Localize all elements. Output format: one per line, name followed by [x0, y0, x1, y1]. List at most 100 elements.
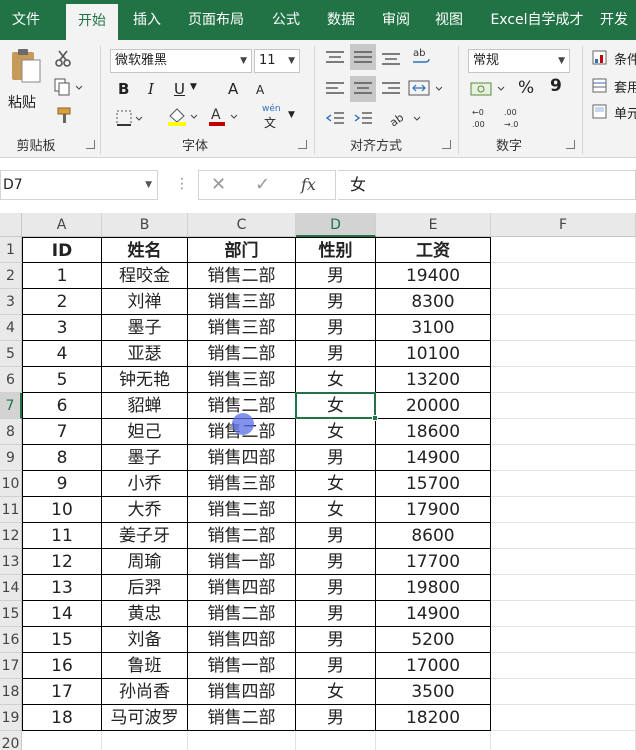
cell-f9[interactable] — [491, 445, 636, 471]
format-as-table-button[interactable]: 套用 — [592, 76, 636, 96]
paste-button[interactable]: 粘贴 — [4, 48, 46, 120]
table-header-cell[interactable]: 性别 — [296, 237, 376, 263]
cell-a9[interactable]: 8 — [22, 445, 102, 471]
cell-e10[interactable]: 15700 — [376, 471, 491, 497]
cell-a15[interactable]: 14 — [22, 601, 102, 627]
cell-c11[interactable]: 销售二部 — [188, 497, 296, 523]
cell-e9[interactable]: 14900 — [376, 445, 491, 471]
cell-a18[interactable]: 17 — [22, 679, 102, 705]
number-format-combo[interactable]: 常规 ▼ — [468, 49, 570, 73]
cell-e11[interactable]: 17900 — [376, 497, 491, 523]
row-header-20[interactable]: 20 — [0, 731, 22, 750]
fill-color-icon[interactable] — [166, 106, 200, 126]
row-header-1[interactable]: 1 — [0, 237, 22, 263]
cell-c16[interactable]: 销售四部 — [188, 627, 296, 653]
cell-a20[interactable] — [22, 731, 102, 750]
cell-f4[interactable] — [491, 315, 636, 341]
row-header-18[interactable]: 18 — [0, 679, 22, 705]
number-dialog-launcher[interactable] — [566, 140, 575, 149]
cell-c4[interactable]: 销售三部 — [188, 315, 296, 341]
cell-a17[interactable]: 16 — [22, 653, 102, 679]
cell-d17[interactable]: 男 — [296, 653, 376, 679]
cell-c17[interactable]: 销售一部 — [188, 653, 296, 679]
cell-f18[interactable] — [491, 679, 636, 705]
row-header-7[interactable]: 7 — [0, 393, 22, 419]
cut-icon[interactable] — [54, 50, 72, 68]
row-header-4[interactable]: 4 — [0, 315, 22, 341]
grow-font-button[interactable]: A — [228, 80, 238, 98]
phonetic-guide-button[interactable]: wén 文 ▼ — [262, 104, 298, 130]
cell-e8[interactable]: 18600 — [376, 419, 491, 445]
cell-f6[interactable] — [491, 367, 636, 393]
cell-d5[interactable]: 男 — [296, 341, 376, 367]
cell-f5[interactable] — [491, 341, 636, 367]
cell-b5[interactable]: 亚瑟 — [102, 341, 188, 367]
decrease-indent-icon[interactable] — [324, 110, 346, 130]
conditional-formatting-button[interactable]: 条件 — [592, 48, 636, 68]
cell-a6[interactable]: 5 — [22, 367, 102, 393]
alignment-dialog-launcher[interactable] — [442, 140, 451, 149]
tab-developer[interactable]: 开发 — [600, 0, 636, 40]
cell-e18[interactable]: 3500 — [376, 679, 491, 705]
tab-view[interactable]: 视图 — [426, 0, 472, 40]
cancel-icon[interactable]: ✕ — [211, 174, 226, 195]
align-top-icon[interactable] — [324, 48, 346, 68]
cell-c9[interactable]: 销售四部 — [188, 445, 296, 471]
cell-f11[interactable] — [491, 497, 636, 523]
cell-a3[interactable]: 2 — [22, 289, 102, 315]
cell-b15[interactable]: 黄忠 — [102, 601, 188, 627]
row-header-19[interactable]: 19 — [0, 705, 22, 731]
cell-c2[interactable]: 销售二部 — [188, 263, 296, 289]
cell-d19[interactable]: 男 — [296, 705, 376, 731]
cell-d9[interactable]: 男 — [296, 445, 376, 471]
table-header-cell[interactable]: 部门 — [188, 237, 296, 263]
row-header-10[interactable]: 10 — [0, 471, 22, 497]
cell-b13[interactable]: 周瑜 — [102, 549, 188, 575]
tab-file[interactable]: 文件 — [0, 0, 52, 40]
column-header-a[interactable]: A — [22, 213, 102, 237]
cell-c5[interactable]: 销售二部 — [188, 341, 296, 367]
cell-c13[interactable]: 销售一部 — [188, 549, 296, 575]
cell-c14[interactable]: 销售四部 — [188, 575, 296, 601]
cell-a11[interactable]: 10 — [22, 497, 102, 523]
cell-e5[interactable]: 10100 — [376, 341, 491, 367]
cell-f8[interactable] — [491, 419, 636, 445]
cell-b4[interactable]: 墨子 — [102, 315, 188, 341]
row-header-14[interactable]: 14 — [0, 575, 22, 601]
cell-d14[interactable]: 男 — [296, 575, 376, 601]
cell-d13[interactable]: 男 — [296, 549, 376, 575]
cell-d12[interactable]: 男 — [296, 523, 376, 549]
cell-c19[interactable]: 销售二部 — [188, 705, 296, 731]
cell-a12[interactable]: 11 — [22, 523, 102, 549]
cell-e16[interactable]: 5200 — [376, 627, 491, 653]
percent-style-button[interactable]: % — [518, 78, 534, 98]
cell-e15[interactable]: 14900 — [376, 601, 491, 627]
cell-e19[interactable]: 18200 — [376, 705, 491, 731]
align-left-icon[interactable] — [324, 80, 346, 100]
cell-f16[interactable] — [491, 627, 636, 653]
cell-f1[interactable] — [491, 237, 636, 263]
column-header-f[interactable]: F — [491, 213, 636, 237]
cell-a13[interactable]: 12 — [22, 549, 102, 575]
cell-b20[interactable] — [102, 731, 188, 750]
cell-e6[interactable]: 13200 — [376, 367, 491, 393]
cell-f2[interactable] — [491, 263, 636, 289]
row-header-2[interactable]: 2 — [0, 263, 22, 289]
select-all-corner[interactable] — [0, 213, 22, 237]
row-header-12[interactable]: 12 — [0, 523, 22, 549]
cell-c6[interactable]: 销售三部 — [188, 367, 296, 393]
cell-f20[interactable] — [491, 731, 636, 750]
cell-b2[interactable]: 程咬金 — [102, 263, 188, 289]
cell-d15[interactable]: 男 — [296, 601, 376, 627]
cell-b18[interactable]: 孙尚香 — [102, 679, 188, 705]
font-dialog-launcher[interactable] — [298, 140, 307, 149]
cell-f12[interactable] — [491, 523, 636, 549]
table-header-cell[interactable]: 工资 — [376, 237, 491, 263]
cell-b11[interactable]: 大乔 — [102, 497, 188, 523]
cell-c18[interactable]: 销售四部 — [188, 679, 296, 705]
increase-indent-icon[interactable] — [352, 110, 374, 130]
row-header-15[interactable]: 15 — [0, 601, 22, 627]
cell-e14[interactable]: 19800 — [376, 575, 491, 601]
cell-e17[interactable]: 17000 — [376, 653, 491, 679]
clipboard-dialog-launcher[interactable] — [86, 140, 95, 149]
